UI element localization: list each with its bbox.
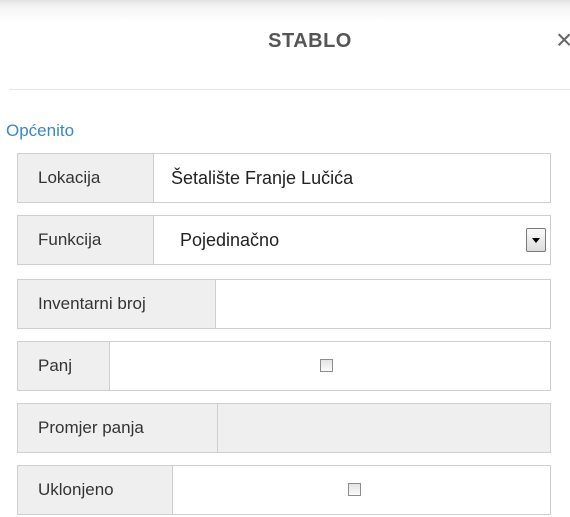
field-row-inventarni-broj: Inventarni broj bbox=[17, 279, 551, 329]
inventarni-broj-input[interactable] bbox=[217, 280, 550, 328]
field-label-inventarni-broj: Inventarni broj bbox=[18, 280, 216, 328]
field-label-funkcija: Funkcija bbox=[18, 216, 154, 264]
field-row-funkcija: Funkcija Pojedinačno bbox=[17, 215, 551, 265]
promjer-panja-input[interactable] bbox=[219, 404, 550, 452]
dialog-header: STABLO × bbox=[0, 0, 570, 90]
field-label-lokacija: Lokacija bbox=[18, 154, 154, 202]
field-label-panj: Panj bbox=[18, 342, 110, 390]
field-row-promjer-panja: Promjer panja bbox=[17, 403, 551, 453]
header-divider bbox=[10, 89, 570, 90]
field-label-uklonjeno: Uklonjeno bbox=[18, 466, 173, 514]
chevron-down-icon[interactable] bbox=[526, 228, 546, 252]
close-icon[interactable]: × bbox=[556, 26, 570, 54]
field-label-promjer-panja: Promjer panja bbox=[18, 404, 218, 452]
lokacija-value[interactable]: Šetalište Franje Lučića bbox=[171, 154, 353, 202]
dialog-title: STABLO bbox=[268, 30, 352, 52]
field-row-panj: Panj bbox=[17, 341, 551, 391]
field-row-uklonjeno: Uklonjeno bbox=[17, 465, 551, 515]
panj-checkbox[interactable] bbox=[320, 359, 333, 372]
uklonjeno-checkbox[interactable] bbox=[348, 483, 361, 496]
section-title-opcenito: Općenito bbox=[6, 121, 75, 140]
funkcija-select[interactable]: Pojedinačno bbox=[180, 216, 279, 264]
field-row-lokacija: Lokacija Šetalište Franje Lučića bbox=[17, 153, 551, 203]
